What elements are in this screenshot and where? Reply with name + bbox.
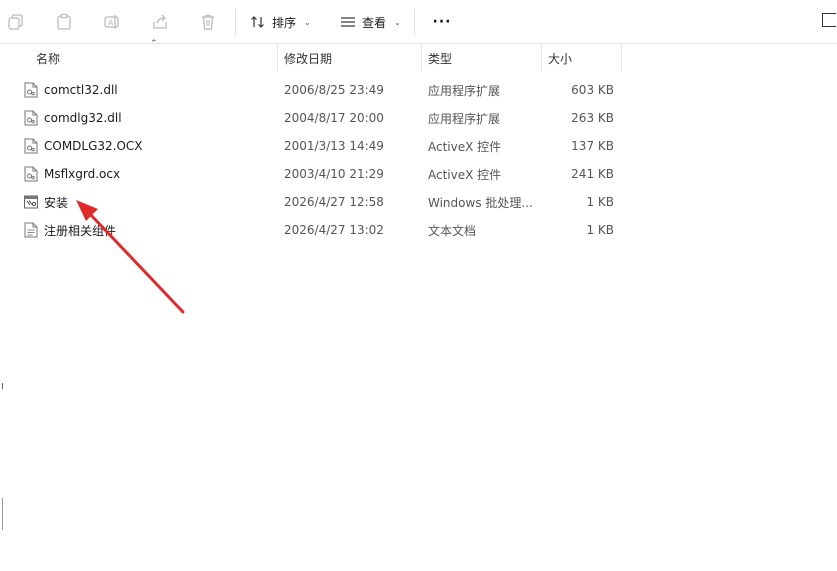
chevron-down-icon: ⌄: [304, 17, 311, 27]
dll-file-icon: [24, 110, 38, 126]
toolbar-divider: [414, 9, 415, 35]
chevron-down-icon: ⌄: [394, 17, 401, 27]
column-divider[interactable]: [421, 44, 422, 72]
file-date: 2026/4/27 12:58: [284, 195, 384, 209]
file-name-cell: Msflxgrd.ocx: [24, 160, 120, 188]
view-button[interactable]: 查看 ⌄: [340, 10, 401, 34]
column-header-size[interactable]: 大小: [548, 44, 572, 72]
paste-icon[interactable]: [52, 10, 76, 34]
rename-icon[interactable]: A: [100, 10, 124, 34]
command-bar: A 排序 ⌄ 查看 ⌄ ···: [0, 0, 837, 44]
file-row[interactable]: COMDLG32.OCX 2001/3/13 14:49 ActiveX 控件 …: [20, 132, 622, 160]
file-size: 263 KB: [571, 111, 614, 125]
pane-edge: [0, 498, 3, 530]
activex-file-icon: [24, 138, 38, 154]
sort-button-label: 排序: [272, 15, 297, 30]
column-divider[interactable]: [541, 44, 542, 72]
file-name-cell: comctl32.dll: [24, 76, 118, 104]
file-name: Msflxgrd.ocx: [44, 167, 121, 181]
file-name-cell: COMDLG32.OCX: [24, 132, 143, 160]
file-row[interactable]: comctl32.dll 2006/8/25 23:49 应用程序扩展 603 …: [20, 76, 622, 104]
file-name: comdlg32.dll: [44, 111, 122, 125]
file-size: 241 KB: [571, 167, 614, 181]
share-icon[interactable]: [148, 10, 172, 34]
file-name: 注册相关组件: [44, 223, 117, 238]
toolbar-divider: [235, 9, 236, 35]
batch-file-icon: [24, 195, 38, 209]
svg-text:A: A: [108, 19, 114, 28]
file-name-cell: comdlg32.dll: [24, 104, 122, 132]
file-type: 应用程序扩展: [428, 111, 501, 126]
file-type: 应用程序扩展: [428, 83, 501, 98]
file-date: 2004/8/17 20:00: [284, 111, 384, 125]
column-header-name[interactable]: 名称: [36, 44, 60, 72]
activex-file-icon: [24, 166, 38, 182]
file-row[interactable]: 安装 2026/4/27 12:58 Windows 批处理... 1 KB: [20, 188, 622, 216]
file-size: 1 KB: [586, 223, 614, 237]
file-date: 2003/4/10 21:29: [284, 167, 384, 181]
dll-file-icon: [24, 82, 38, 98]
file-row[interactable]: 注册相关组件 2026/4/27 13:02 文本文档 1 KB: [20, 216, 622, 244]
column-header-type[interactable]: 类型: [428, 44, 452, 72]
file-row[interactable]: Msflxgrd.ocx 2003/4/10 21:29 ActiveX 控件 …: [20, 160, 622, 188]
file-size: 137 KB: [571, 139, 614, 153]
view-button-label: 查看: [362, 15, 387, 30]
file-type: ActiveX 控件: [428, 139, 502, 154]
file-row[interactable]: comdlg32.dll 2004/8/17 20:00 应用程序扩展 263 …: [20, 104, 622, 132]
file-name: COMDLG32.OCX: [44, 139, 143, 153]
file-date: 2001/3/13 14:49: [284, 139, 384, 153]
file-date: 2006/8/25 23:49: [284, 83, 384, 97]
column-header-row: 名称 修改日期 类型 大小: [20, 44, 622, 72]
file-name-cell: 安装: [24, 188, 68, 216]
splitter-mark: [0, 383, 3, 389]
copy-icon[interactable]: [4, 10, 28, 34]
file-type: ActiveX 控件: [428, 167, 502, 182]
file-size: 1 KB: [586, 195, 614, 209]
column-header-date[interactable]: 修改日期: [284, 44, 332, 72]
file-date: 2026/4/27 13:02: [284, 223, 384, 237]
sort-arrows-icon: [251, 16, 264, 28]
delete-icon[interactable]: [196, 10, 220, 34]
file-size: 603 KB: [571, 83, 614, 97]
column-divider[interactable]: [277, 44, 278, 72]
file-name: comctl32.dll: [44, 83, 118, 97]
file-name: 安装: [44, 195, 69, 210]
view-list-icon: [341, 17, 355, 27]
more-options-button[interactable]: ···: [430, 10, 454, 34]
file-type: Windows 批处理...: [428, 195, 533, 210]
details-pane-icon[interactable]: [822, 13, 836, 27]
column-divider[interactable]: [621, 44, 622, 72]
sort-button[interactable]: 排序 ⌄: [250, 10, 311, 34]
file-type: 文本文档: [428, 223, 477, 238]
text-file-icon: [24, 222, 38, 238]
file-name-cell: 注册相关组件: [24, 216, 116, 244]
